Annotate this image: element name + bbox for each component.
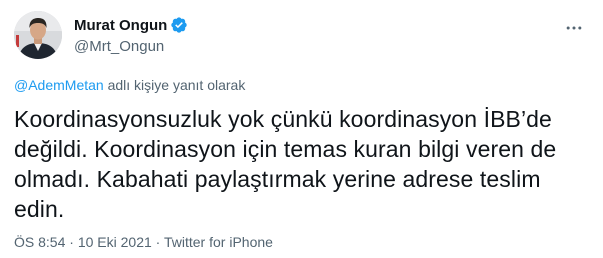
verified-badge-icon [170, 16, 188, 34]
tweet-time[interactable]: ÖS 8:54 [14, 234, 65, 250]
more-options-icon[interactable] [563, 17, 585, 39]
tweet-source[interactable]: Twitter for iPhone [164, 234, 273, 250]
profile-photo [14, 11, 62, 59]
display-name[interactable]: Murat Ongun [74, 17, 167, 34]
display-name-row: Murat Ongun [74, 15, 188, 35]
tweet-card: Murat Ongun @Mrt_Ongun @AdemMetan adlı k… [0, 0, 603, 258]
tweet-text: Koordinasyonsuzluk yok çünkü koordinasyo… [14, 104, 589, 224]
meta-separator: · [65, 234, 78, 250]
tweet-text-line: olmadı. Kabahati paylaştırmak yerine adr… [14, 166, 541, 192]
tweet-header: Murat Ongun @Mrt_Ongun [14, 11, 589, 61]
tweet-text-line: değildi. Koordinasyon için temas kuran b… [14, 136, 557, 162]
reply-suffix: adlı kişiye yanıt olarak [103, 77, 246, 93]
tweet-metadata: ÖS 8:54 · 10 Eki 2021 · Twitter for iPho… [14, 234, 273, 250]
tweet-text-line: Koordinasyonsuzluk yok çünkü koordinasyo… [14, 106, 552, 132]
author-names: Murat Ongun @Mrt_Ongun [74, 15, 188, 55]
reply-mention-link[interactable]: @AdemMetan [14, 77, 104, 93]
handle[interactable]: @Mrt_Ongun [74, 38, 188, 55]
reply-context: @AdemMetan adlı kişiye yanıt olarak [14, 77, 245, 93]
tweet-date[interactable]: 10 Eki 2021 [78, 234, 152, 250]
avatar[interactable] [14, 11, 62, 59]
tweet-text-line: edin. [14, 196, 65, 222]
meta-separator: · [151, 234, 164, 250]
